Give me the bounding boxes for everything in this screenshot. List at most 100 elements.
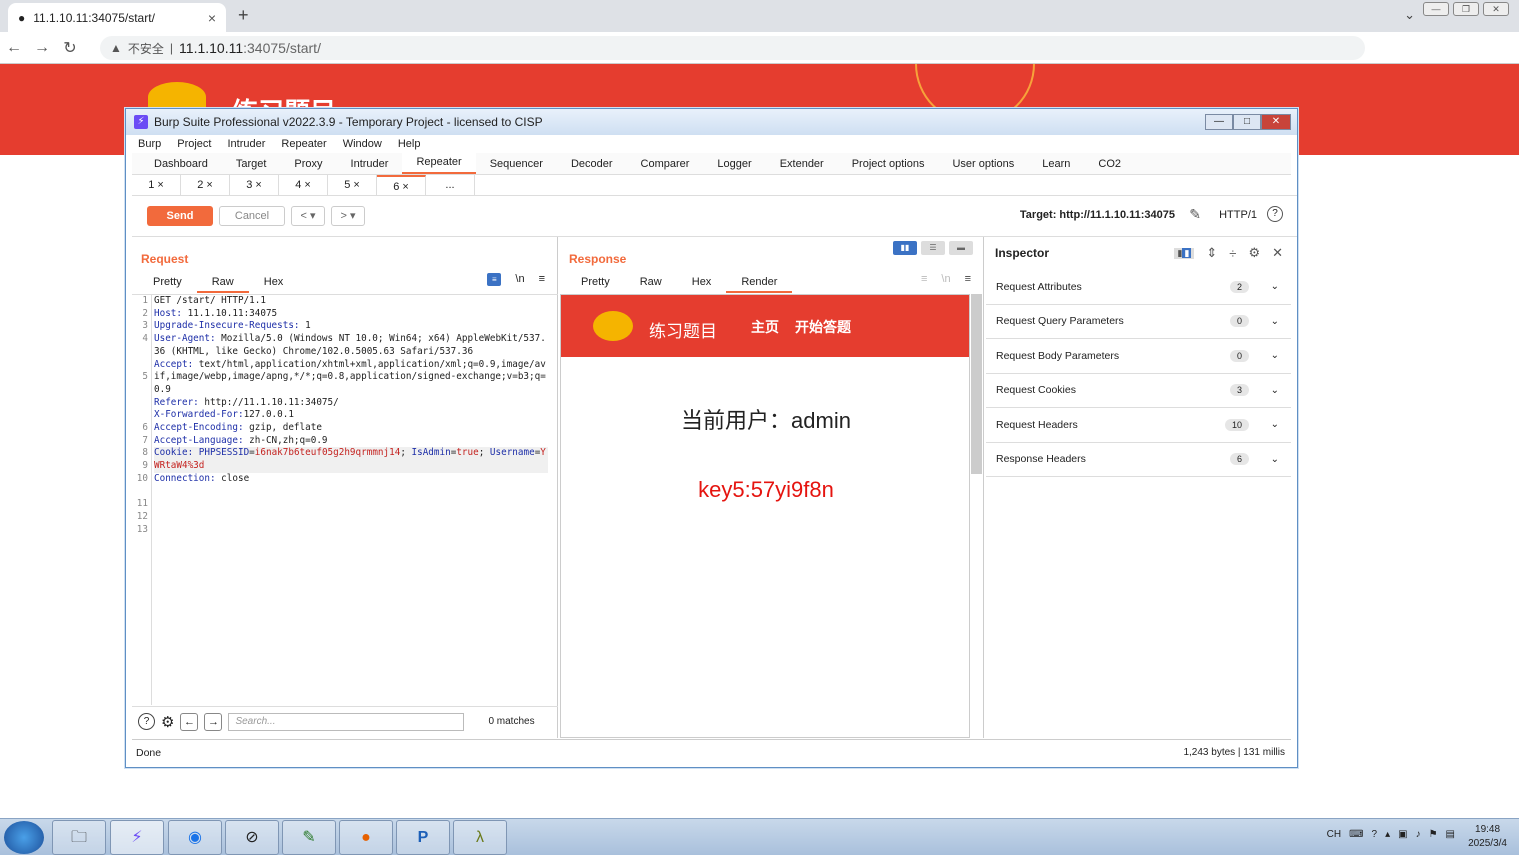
render-nav-start[interactable]: 开始答题: [795, 317, 851, 337]
burp-minimize-icon[interactable]: —: [1205, 114, 1233, 130]
new-tab-button[interactable]: +: [238, 5, 249, 26]
taskbar-chrome[interactable]: ◉: [168, 820, 222, 855]
forward-icon[interactable]: →: [28, 39, 56, 57]
reload-icon[interactable]: ↻: [56, 38, 84, 58]
cancel-button[interactable]: Cancel: [219, 206, 285, 226]
settings-gear-icon[interactable]: ⚙: [1248, 245, 1260, 261]
tab-target[interactable]: Target: [222, 154, 281, 174]
repeater-tab-3[interactable]: 3 ×: [230, 175, 279, 195]
close-icon[interactable]: ✕: [1272, 245, 1283, 261]
taskbar-app7[interactable]: P: [396, 820, 450, 855]
taskbar-explorer[interactable]: 🗀: [52, 820, 106, 855]
tab-extender[interactable]: Extender: [766, 154, 838, 174]
burp-maximize-icon[interactable]: □: [1233, 114, 1261, 130]
repeater-tab-2[interactable]: 2 ×: [181, 175, 230, 195]
repeater-tab-new[interactable]: ...: [426, 175, 475, 195]
taskbar-firefox[interactable]: ●: [339, 820, 393, 855]
layout-single-icon[interactable]: ▬: [949, 241, 973, 255]
help-icon[interactable]: ?: [1267, 206, 1283, 222]
taskbar-burp[interactable]: ⚡: [110, 820, 164, 855]
menu-burp[interactable]: Burp: [138, 138, 161, 150]
restore-icon[interactable]: ❐: [1453, 2, 1479, 16]
tab-co2[interactable]: CO2: [1084, 154, 1135, 174]
flag-icon[interactable]: ⚑: [1429, 829, 1438, 840]
chevron-down-icon[interactable]: ⌄: [1404, 7, 1415, 23]
chevron-down-icon[interactable]: ⌄: [1271, 385, 1279, 396]
tab-logger[interactable]: Logger: [703, 154, 765, 174]
start-button[interactable]: [4, 821, 44, 854]
menu-repeater[interactable]: Repeater: [281, 138, 326, 150]
menu-help[interactable]: Help: [398, 138, 421, 150]
http-version[interactable]: HTTP/1: [1219, 209, 1257, 221]
back-icon[interactable]: ←: [0, 39, 28, 57]
inspector-section-request-attributes[interactable]: Request Attributes 2 ⌄: [986, 270, 1291, 305]
close-window-icon[interactable]: ✕: [1483, 2, 1509, 16]
search-next-icon[interactable]: →: [204, 712, 223, 731]
tab-learn[interactable]: Learn: [1028, 154, 1084, 174]
repeater-tab-4[interactable]: 4 ×: [279, 175, 328, 195]
browser-tab[interactable]: ● 11.1.10.11:34075/start/ ×: [8, 3, 226, 32]
inspector-section-response-headers[interactable]: Response Headers 6 ⌄: [986, 443, 1291, 477]
url-bar[interactable]: ▲ 不安全 | 11.1.10.11:34075/start/: [100, 36, 1365, 60]
taskbar-app8[interactable]: λ: [453, 820, 507, 855]
request-tab-pretty[interactable]: Pretty: [138, 273, 197, 293]
tab-intruder[interactable]: Intruder: [337, 154, 403, 174]
collapse-all-icon[interactable]: ÷: [1229, 246, 1236, 261]
menu-intruder[interactable]: Intruder: [228, 138, 266, 150]
inspector-section-query-params[interactable]: Request Query Parameters 0 ⌄: [986, 305, 1291, 339]
expand-all-icon[interactable]: ⇕: [1206, 245, 1217, 261]
tab-decoder[interactable]: Decoder: [557, 154, 627, 174]
hamburger-icon[interactable]: ≡: [539, 273, 545, 286]
search-prev-icon[interactable]: ←: [180, 712, 199, 731]
minimize-icon[interactable]: —: [1423, 2, 1449, 16]
volume-icon[interactable]: ♪: [1416, 829, 1421, 840]
settings-gear-icon[interactable]: ⚙: [161, 713, 174, 731]
response-tab-render[interactable]: Render: [726, 273, 793, 293]
taskbar-app5[interactable]: ✎: [282, 820, 336, 855]
keyboard-icon[interactable]: ⌨: [1349, 829, 1363, 840]
layout-stack-icon[interactable]: ☰: [921, 241, 945, 255]
repeater-tab-1[interactable]: 1 ×: [132, 175, 181, 195]
history-forward-button[interactable]: > ▾: [331, 206, 365, 226]
inspector-section-cookies[interactable]: Request Cookies 3 ⌄: [986, 374, 1291, 408]
response-tab-raw[interactable]: Raw: [625, 273, 677, 293]
help-icon[interactable]: ?: [138, 713, 155, 730]
tray-expand-icon[interactable]: ▴: [1385, 829, 1390, 840]
repeater-tab-6[interactable]: 6 ×: [377, 175, 426, 195]
language-indicator[interactable]: CH: [1327, 829, 1341, 840]
history-back-button[interactable]: < ▾: [291, 206, 325, 226]
layout-split-icon[interactable]: ▮▮: [893, 241, 917, 255]
hamburger-icon[interactable]: ≡: [965, 273, 971, 285]
tab-sequencer[interactable]: Sequencer: [476, 154, 557, 174]
response-tab-pretty[interactable]: Pretty: [566, 273, 625, 293]
search-input[interactable]: Search...: [228, 712, 465, 731]
response-scrollbar[interactable]: [971, 294, 982, 474]
network-icon[interactable]: ▣: [1398, 829, 1407, 840]
tab-proxy[interactable]: Proxy: [280, 154, 336, 174]
inspector-section-request-headers[interactable]: Request Headers 10 ⌄: [986, 408, 1291, 443]
request-tab-raw[interactable]: Raw: [196, 273, 249, 293]
tab-repeater[interactable]: Repeater: [402, 152, 476, 174]
newline-toggle[interactable]: \n: [515, 273, 524, 286]
monitor-icon[interactable]: ▤: [1446, 829, 1455, 840]
close-icon[interactable]: ×: [208, 10, 216, 26]
tab-dashboard[interactable]: Dashboard: [140, 154, 222, 174]
chevron-down-icon[interactable]: ⌄: [1271, 454, 1279, 465]
tab-project-options[interactable]: Project options: [838, 154, 939, 174]
request-tab-hex[interactable]: Hex: [249, 273, 299, 293]
tray-clock[interactable]: 19:48 2025/3/4: [1468, 823, 1507, 851]
menu-project[interactable]: Project: [177, 138, 211, 150]
inspector-section-body-params[interactable]: Request Body Parameters 0 ⌄: [986, 339, 1291, 374]
send-button[interactable]: Send: [147, 206, 213, 226]
taskbar-app4[interactable]: ⊘: [225, 820, 279, 855]
chevron-down-icon[interactable]: ⌄: [1271, 316, 1279, 327]
chevron-down-icon[interactable]: ⌄: [1271, 281, 1279, 292]
request-editor[interactable]: 1 2 3 4 5 6 7 8 9 10 11 12 13 GET /start…: [132, 294, 558, 705]
repeater-tab-5[interactable]: 5 ×: [328, 175, 377, 195]
layout-toggle-icon[interactable]: ▮ ▮: [1174, 247, 1195, 259]
tab-comparer[interactable]: Comparer: [627, 154, 704, 174]
response-tab-hex[interactable]: Hex: [677, 273, 727, 293]
burp-close-icon[interactable]: ✕: [1261, 114, 1291, 130]
chevron-down-icon[interactable]: ⌄: [1271, 419, 1279, 430]
chevron-down-icon[interactable]: ⌄: [1271, 350, 1279, 361]
